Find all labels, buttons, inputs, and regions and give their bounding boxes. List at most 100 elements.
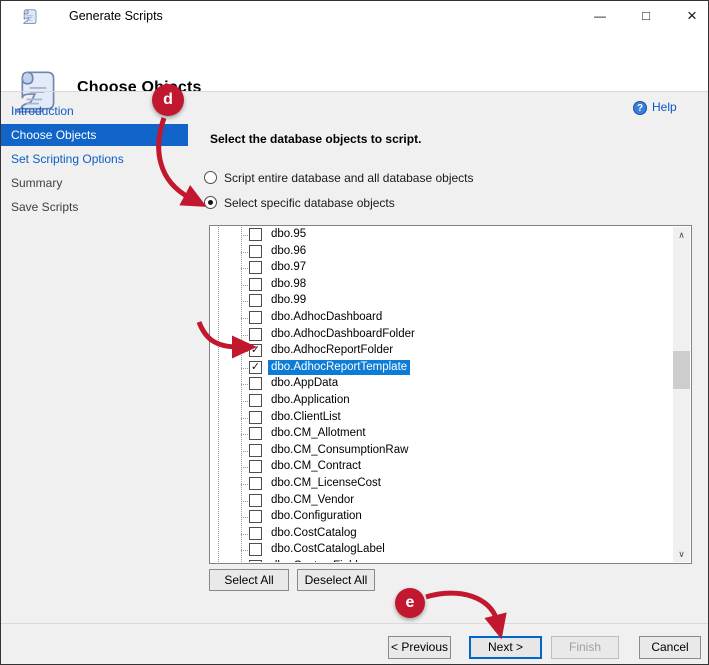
cancel-button[interactable]: Cancel — [639, 636, 701, 659]
annotation-step-e: e — [395, 588, 425, 618]
row-label: dbo.98 — [268, 277, 309, 292]
sidebar-item-set-scripting-options[interactable]: Set Scripting Options — [1, 148, 188, 170]
next-button[interactable]: Next > — [469, 636, 542, 659]
tree-row[interactable]: dbo.97 — [210, 260, 673, 277]
radio-label: Script entire database and all database … — [224, 170, 474, 186]
tree-row[interactable]: dbo.AdhocDashboard — [210, 310, 673, 327]
row-checkbox[interactable]: ✓ — [249, 344, 262, 357]
row-checkbox[interactable] — [249, 444, 262, 457]
tree-row[interactable]: dbo.96 — [210, 244, 673, 261]
row-label: dbo.96 — [268, 244, 309, 259]
row-checkbox[interactable] — [249, 377, 262, 390]
window-title: Generate Scripts — [69, 1, 163, 31]
row-label: dbo.AppData — [268, 376, 341, 391]
tree-row[interactable]: dbo.CostCatalog — [210, 526, 673, 543]
tree-row[interactable]: dbo.95 — [210, 227, 673, 244]
tree-row[interactable]: dbo.ClientList — [210, 410, 673, 427]
header-divider — [1, 91, 708, 92]
title-bar: Generate Scripts — □ × — [1, 1, 708, 31]
row-label: dbo.CostCatalog — [268, 526, 360, 541]
sidebar-item-summary[interactable]: Summary — [1, 172, 188, 194]
tree-row[interactable]: dbo.CM_ConsumptionRaw — [210, 443, 673, 460]
deselect-all-button[interactable]: Deselect All — [297, 569, 375, 591]
tree-row[interactable]: dbo.Configuration — [210, 509, 673, 526]
row-checkbox[interactable] — [249, 278, 262, 291]
row-checkbox[interactable] — [249, 510, 262, 523]
row-checkbox[interactable] — [249, 411, 262, 424]
row-label: dbo.AdhocReportFolder — [268, 343, 396, 358]
footer-divider — [1, 623, 708, 624]
row-label: dbo.Application — [268, 393, 353, 408]
close-button[interactable]: × — [671, 1, 709, 31]
tree-row[interactable]: dbo.CM_Vendor — [210, 493, 673, 510]
tree-row[interactable]: dbo.Application — [210, 393, 673, 410]
radio-icon[interactable] — [204, 171, 217, 184]
maximize-button[interactable]: □ — [625, 1, 667, 31]
scroll-up-icon[interactable]: ∧ — [673, 227, 690, 244]
minimize-button[interactable]: — — [579, 1, 621, 31]
row-label: dbo.CM_Vendor — [268, 493, 357, 508]
row-label: dbo.99 — [268, 293, 309, 308]
tree-row[interactable]: dbo.CM_Allotment — [210, 426, 673, 443]
finish-button-disabled: Finish — [551, 636, 619, 659]
wizard-header: Choose Objects — [1, 31, 708, 91]
row-checkbox[interactable] — [249, 311, 262, 324]
help-label: Help — [652, 100, 677, 114]
object-tree-list: dbo.95 dbo.96dbo.97 dbo.98dbo.99 dbo.AdhocD… — [209, 225, 692, 564]
radio-label: Select specific database objects — [224, 195, 395, 211]
tree-row[interactable]: dbo.CostCatalogLabel — [210, 542, 673, 559]
row-checkbox[interactable] — [249, 228, 262, 241]
help-question-icon: ? — [633, 101, 647, 115]
sidebar-item-save-scripts[interactable]: Save Scripts — [1, 196, 188, 218]
tree-row[interactable]: dbo.98 — [210, 277, 673, 294]
radio-icon[interactable] — [204, 196, 217, 209]
row-checkbox[interactable] — [249, 294, 262, 307]
row-checkbox[interactable] — [249, 477, 262, 490]
row-checkbox[interactable] — [249, 460, 262, 473]
row-label: dbo.ClientList — [268, 410, 344, 425]
script-scroll-icon — [21, 7, 40, 26]
row-label: dbo.CM_Contract — [268, 459, 364, 474]
tree-row[interactable]: dbo.AdhocDashboardFolder — [210, 327, 673, 344]
tree-row[interactable]: dbo.CM_LicenseCost — [210, 476, 673, 493]
row-label: dbo.CM_LicenseCost — [268, 476, 384, 491]
row-checkbox[interactable]: ✓ — [249, 361, 262, 374]
row-checkbox[interactable] — [249, 328, 262, 341]
row-checkbox[interactable] — [249, 261, 262, 274]
list-scrollbar[interactable]: ∧ ∨ — [673, 227, 690, 562]
select-all-button[interactable]: Select All — [209, 569, 289, 591]
instruction-text: Select the database objects to script. — [210, 132, 421, 146]
row-label: dbo.97 — [268, 260, 309, 275]
tree-row[interactable]: dbo.AppData — [210, 376, 673, 393]
generate-scripts-dialog: Generate Scripts — □ × Choose Objects In… — [0, 0, 709, 665]
row-checkbox[interactable] — [249, 560, 262, 562]
arrow-e-to-next — [426, 593, 497, 621]
row-label: dbo.CM_Allotment — [268, 426, 369, 441]
row-label: dbo.95 — [268, 227, 309, 242]
tree-row[interactable]: dbo.CM_Contract — [210, 459, 673, 476]
help-link[interactable]: ? Help — [652, 100, 677, 116]
tree-row[interactable]: dbo.CustomField — [210, 559, 673, 562]
scroll-down-icon[interactable]: ∨ — [673, 545, 690, 562]
row-checkbox[interactable] — [249, 494, 262, 507]
row-label: dbo.CM_ConsumptionRaw — [268, 443, 411, 458]
row-label: dbo.Configuration — [268, 509, 365, 524]
annotation-step-d: d — [152, 84, 184, 116]
row-label: dbo.AdhocDashboard — [268, 310, 385, 325]
scrollbar-thumb[interactable] — [673, 351, 690, 389]
tree-row[interactable]: ✓dbo.AdhocReportTemplate — [210, 360, 673, 377]
row-checkbox[interactable] — [249, 427, 262, 440]
row-checkbox[interactable] — [249, 245, 262, 258]
tree-row[interactable]: dbo.99 — [210, 293, 673, 310]
row-checkbox[interactable] — [249, 527, 262, 540]
sidebar-item-choose-objects[interactable]: Choose Objects — [1, 124, 188, 146]
previous-button[interactable]: < Previous — [388, 636, 451, 659]
radio-entire-database[interactable]: Script entire database and all database … — [204, 170, 474, 186]
row-checkbox[interactable] — [249, 394, 262, 407]
row-label: dbo.CostCatalogLabel — [268, 542, 388, 557]
object-tree-rows: dbo.95 dbo.96dbo.97 dbo.98dbo.99 dbo.AdhocD… — [210, 227, 673, 562]
row-label: dbo.AdhocDashboardFolder — [268, 327, 418, 342]
row-checkbox[interactable] — [249, 543, 262, 556]
tree-row[interactable]: ✓ dbo.AdhocReportFolder — [210, 343, 673, 360]
radio-specific-objects[interactable]: Select specific database objects — [204, 195, 395, 211]
